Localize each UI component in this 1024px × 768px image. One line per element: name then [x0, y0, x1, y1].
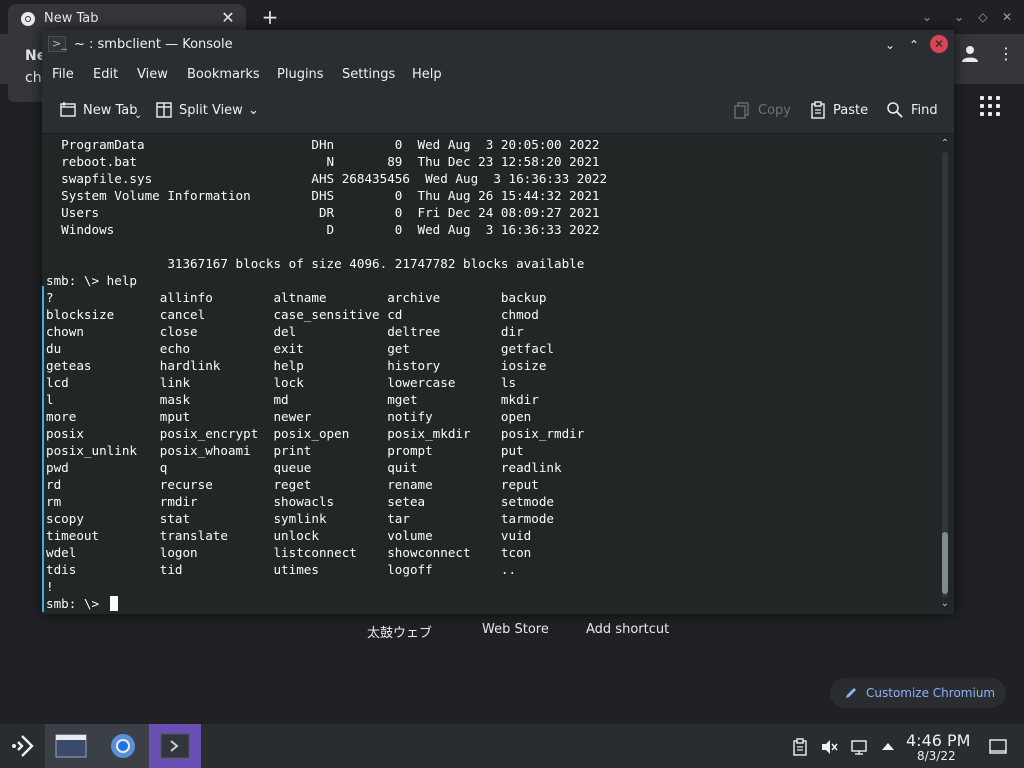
maximize-window-icon[interactable]: ⌃ — [906, 37, 922, 53]
terminal-line: smb: \> help — [46, 273, 137, 288]
menu-view[interactable]: View — [137, 67, 168, 82]
scroll-up-icon[interactable]: ⌃ — [939, 138, 951, 150]
scroll-down-icon[interactable]: ⌄ — [939, 598, 951, 610]
show-desktop-icon[interactable] — [989, 738, 1007, 756]
clock-date[interactable]: 8/3/22 — [917, 749, 956, 763]
shortcut-taiko-web[interactable]: 太鼓ウェブ — [367, 622, 432, 641]
profile-icon[interactable] — [958, 42, 982, 66]
konsole-titlebar[interactable]: >_ ~ : smbclient — Konsole ⌄ ⌃ ✕ — [42, 30, 954, 60]
terminal-line: du echo exit get getfacl — [46, 341, 554, 356]
konsole-toolbar: New Tab ⌄ Split View ⌄ Copy Paste Find — [42, 90, 954, 134]
window-title: ~ : smbclient — Konsole — [74, 37, 233, 52]
chromium-tab-close-icon[interactable]: ✕ — [218, 8, 238, 28]
terminal-line: posix_unlink posix_whoami print prompt p… — [46, 443, 524, 458]
command-marker — [42, 286, 44, 612]
terminal-scrollbar[interactable]: ⌃ ⌄ — [936, 134, 954, 614]
shortcut-web-store[interactable]: Web Store — [482, 622, 549, 637]
konsole-window: >_ ~ : smbclient — Konsole ⌄ ⌃ ✕ File Ed… — [42, 30, 954, 614]
close-icon[interactable]: ✕ — [998, 8, 1016, 26]
minimize-window-icon[interactable]: ⌄ — [882, 37, 898, 53]
terminal-line: posix posix_encrypt posix_open posix_mkd… — [46, 426, 585, 441]
terminal-line: ! — [46, 579, 54, 594]
terminal-line: wdel logon listconnect showconnect tcon — [46, 545, 532, 560]
network-icon[interactable] — [850, 738, 868, 756]
terminal-line: pwd q queue quit readlink — [46, 460, 562, 475]
terminal-line: Windows D 0 Wed Aug 3 16:36:33 2022 — [46, 222, 600, 237]
menu-plugins[interactable]: Plugins — [277, 67, 324, 82]
menu-help[interactable]: Help — [412, 67, 442, 82]
task-konsole[interactable] — [149, 724, 201, 768]
find-button[interactable]: Find — [911, 103, 938, 118]
volume-muted-icon[interactable] — [820, 738, 838, 756]
terminal-line: timeout translate unlock volume vuid — [46, 528, 532, 543]
menu-settings[interactable]: Settings — [342, 67, 395, 82]
shortcut-add[interactable]: Add shortcut — [586, 622, 669, 637]
terminal-line: Users DR 0 Fri Dec 24 08:09:27 2021 — [46, 205, 600, 220]
restore-icon[interactable]: ◇ — [974, 8, 992, 26]
chromium-tab-search-icon[interactable]: ⌄ — [918, 8, 936, 26]
split-view-dropdown-icon[interactable]: ⌄ — [248, 103, 259, 118]
menubar: File Edit View Bookmarks Plugins Setting… — [42, 60, 954, 90]
apps-grid-icon[interactable] — [980, 96, 1000, 116]
chromium-tab-title: New Tab — [44, 11, 99, 26]
steamos-launcher-icon[interactable] — [8, 732, 36, 760]
chromium-menu-icon[interactable]: ⋮ — [996, 44, 1016, 66]
terminal-line: tdis tid utimes logoff .. — [46, 562, 517, 577]
terminal-line: scopy stat symlink tar tarmode — [46, 511, 554, 526]
text-cursor — [110, 596, 118, 611]
terminal-line: more mput newer notify open — [46, 409, 532, 424]
task-chromium[interactable] — [97, 724, 149, 768]
clock-time[interactable]: 4:46 PM — [906, 731, 970, 750]
terminal-line: ? allinfo altname archive backup — [46, 290, 547, 305]
paste-button[interactable]: Paste — [833, 103, 868, 118]
folder-icon — [55, 734, 87, 758]
task-file-manager[interactable] — [45, 724, 97, 768]
chromium-tabbar: New Tab ✕ + ⌄ ⌄ ◇ ✕ — [0, 0, 1024, 34]
terminal-line: l mask md mget mkdir — [46, 392, 539, 407]
customize-chromium-button[interactable]: Customize Chromium — [830, 678, 1006, 708]
terminal-line: 31367167 blocks of size 4096. 21747782 b… — [46, 256, 585, 271]
terminal-line: rm rmdir showacls setea setmode — [46, 494, 554, 509]
chromium-favicon-icon — [21, 12, 35, 26]
terminal-line: ProgramData DHn 0 Wed Aug 3 20:05:00 202… — [46, 137, 600, 152]
copy-icon — [734, 102, 749, 119]
konsole-app-icon[interactable]: >_ — [48, 36, 67, 52]
chromium-icon — [111, 734, 135, 758]
new-tab-button[interactable]: New Tab — [83, 103, 138, 118]
split-view-icon — [156, 102, 172, 118]
pen-icon — [846, 688, 856, 698]
terminal-line: rd recurse reget rename reput — [46, 477, 539, 492]
tray-expand-icon[interactable] — [879, 738, 897, 756]
konsole-icon — [160, 733, 190, 759]
split-view-button[interactable]: Split View — [179, 103, 243, 118]
customize-label: Customize Chromium — [866, 686, 996, 700]
find-icon — [887, 102, 903, 118]
terminal-output[interactable]: ProgramData DHn 0 Wed Aug 3 20:05:00 202… — [42, 134, 938, 614]
menu-file[interactable]: File — [52, 67, 74, 82]
terminal-prompt: smb: \> — [46, 596, 107, 611]
terminal-line: System Volume Information DHS 0 Thu Aug … — [46, 188, 600, 203]
paste-icon — [811, 101, 825, 119]
taskbar: 4:46 PM 8/3/22 — [0, 724, 1024, 768]
minimize-icon[interactable]: ⌄ — [950, 8, 968, 26]
new-tab-dropdown-icon[interactable]: ⌄ — [134, 110, 142, 121]
chromium-popup-text: ch — [25, 70, 42, 86]
terminal-line: swapfile.sys AHS 268435456 Wed Aug 3 16:… — [46, 171, 608, 186]
close-window-button[interactable]: ✕ — [930, 35, 948, 53]
copy-button[interactable]: Copy — [758, 103, 791, 118]
terminal-line: reboot.bat N 89 Thu Dec 23 12:58:20 2021 — [46, 154, 600, 169]
clipboard-icon[interactable] — [791, 738, 809, 756]
menu-bookmarks[interactable]: Bookmarks — [187, 67, 260, 82]
scrollbar-thumb[interactable] — [942, 532, 948, 594]
terminal-line: chown close del deltree dir — [46, 324, 524, 339]
terminal-line: blocksize cancel case_sensitive cd chmod — [46, 307, 539, 322]
chromium-new-tab-button[interactable]: + — [258, 5, 282, 29]
terminal-line: geteas hardlink help history iosize — [46, 358, 547, 373]
new-tab-icon — [60, 102, 76, 117]
menu-edit[interactable]: Edit — [93, 67, 118, 82]
terminal-line: lcd link lock lowercase ls — [46, 375, 517, 390]
